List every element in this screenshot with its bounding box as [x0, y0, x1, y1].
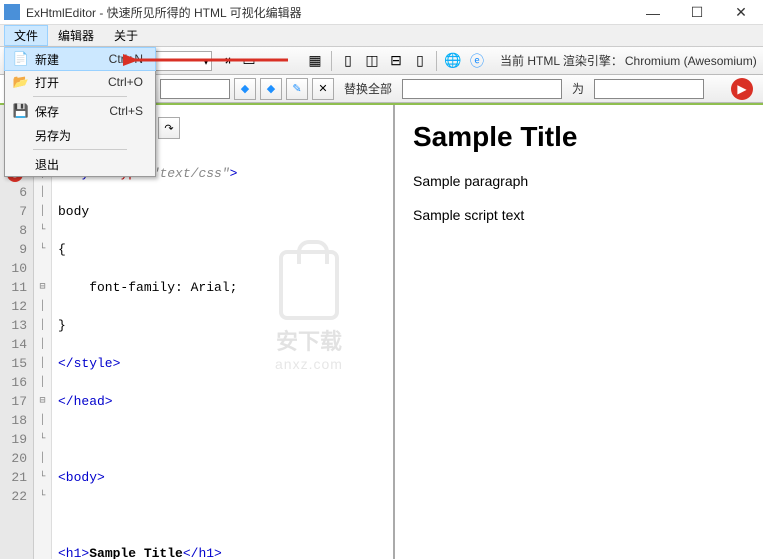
- menu-file[interactable]: 文件: [4, 25, 48, 46]
- clear-icon[interactable]: ✕: [312, 78, 334, 100]
- menu-item-saveas[interactable]: 另存为: [5, 123, 155, 147]
- app-icon: [4, 4, 20, 20]
- layout-icon-2[interactable]: ◫: [361, 50, 383, 72]
- find-prev-icon[interactable]: ◆: [234, 78, 256, 100]
- menu-about[interactable]: 关于: [104, 25, 148, 46]
- minimize-button[interactable]: —: [631, 0, 675, 25]
- layout-icon-1[interactable]: ▯: [337, 50, 359, 72]
- redo-icon[interactable]: ↷: [158, 117, 180, 139]
- menu-item-open[interactable]: 📂 打开 Ctrl+O: [5, 70, 155, 94]
- menu-separator: [33, 149, 127, 150]
- maximize-button[interactable]: ☐: [675, 0, 719, 25]
- preview-title: Sample Title: [413, 121, 745, 153]
- find-next-icon[interactable]: ◆: [260, 78, 282, 100]
- preview-paragraph: Sample paragraph: [413, 173, 745, 189]
- toolbar-icon-5[interactable]: ▦: [304, 50, 326, 72]
- layout-icon-4[interactable]: ▯: [409, 50, 431, 72]
- menu-item-save[interactable]: 💾 保存 Ctrl+S: [5, 99, 155, 123]
- menu-editor[interactable]: 编辑器: [48, 25, 104, 46]
- engine-label: 当前 HTML 渲染引擎：: [500, 52, 623, 69]
- toolbar-icon-3[interactable]: ⇥: [214, 50, 236, 72]
- replace-go-button[interactable]: ▶: [731, 78, 753, 100]
- menubar: 文件 编辑器 关于: [0, 25, 763, 47]
- globe-icon[interactable]: 🌐: [442, 50, 464, 72]
- window-controls: — ☐ ✕: [631, 0, 763, 25]
- window-title: ExHtmlEditor - 快速所见所得的 HTML 可视化编辑器: [26, 4, 302, 21]
- findbar: ◆ ◆ ✎ ✕ 替换全部 为 ▶: [156, 75, 763, 103]
- highlight-icon[interactable]: ✎: [286, 78, 308, 100]
- replace-from-input[interactable]: [402, 79, 562, 99]
- ie-icon[interactable]: ⓔ: [466, 50, 488, 72]
- new-file-icon: 📄: [11, 51, 31, 67]
- preview-pane: Sample Title Sample paragraph Sample scr…: [395, 105, 763, 559]
- titlebar: ExHtmlEditor - 快速所见所得的 HTML 可视化编辑器 — ☐ ✕: [0, 0, 763, 25]
- replace-to-input[interactable]: [594, 79, 704, 99]
- menu-separator: [33, 96, 127, 97]
- layout-icon-3[interactable]: ⊟: [385, 50, 407, 72]
- for-label: 为: [566, 80, 590, 97]
- separator: [331, 51, 332, 71]
- separator: [436, 51, 437, 71]
- toolbar-icon-4[interactable]: ▭: [238, 50, 260, 72]
- find-input[interactable]: [160, 79, 230, 99]
- close-button[interactable]: ✕: [719, 0, 763, 25]
- menu-item-exit[interactable]: 退出: [5, 152, 155, 176]
- file-menu-dropdown: 📄 新建 Ctrl+N 📂 打开 Ctrl+O 💾 保存 Ctrl+S 另存为 …: [4, 47, 156, 177]
- replace-all-label: 替换全部: [338, 80, 398, 97]
- open-file-icon: 📂: [11, 74, 31, 90]
- menu-item-new[interactable]: 📄 新建 Ctrl+N: [4, 47, 156, 71]
- preview-script-output: Sample script text: [413, 207, 745, 223]
- save-file-icon: 💾: [11, 103, 31, 119]
- engine-value: Chromium (Awesomium): [625, 54, 757, 68]
